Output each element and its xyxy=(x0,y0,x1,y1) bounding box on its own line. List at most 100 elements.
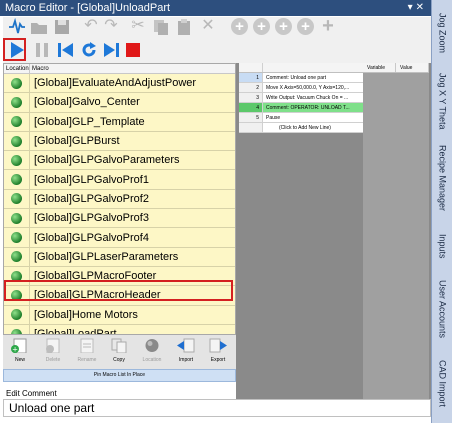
add-icon[interactable]: + xyxy=(297,18,314,35)
global-status-icon xyxy=(11,174,22,186)
steps-grid-header xyxy=(239,63,363,73)
global-status-icon xyxy=(11,135,22,147)
window-controls[interactable]: ▾✕ xyxy=(408,2,427,13)
macro-row[interactable]: [Global]GLPGalvoProf1 xyxy=(4,170,235,190)
import-button[interactable]: Import xyxy=(171,338,201,368)
tab-user-accounts[interactable]: User Accounts xyxy=(435,271,450,347)
redo-icon[interactable]: ↷ xyxy=(102,17,120,35)
location-cell xyxy=(4,324,30,334)
macro-row[interactable]: [Global]GLPGalvoParameters xyxy=(4,151,235,171)
variables-panel: Variable Value xyxy=(363,63,429,399)
location-button[interactable]: Location xyxy=(137,338,167,368)
tab-jog-zoom[interactable]: Jog Zoom xyxy=(435,2,450,65)
macro-name: [Global]GLP_Template xyxy=(34,115,145,128)
macro-row[interactable]: [Global]GLPBurst xyxy=(4,131,235,152)
macro-name: [Global]GLPGalvoProf2 xyxy=(34,192,149,205)
delete-button[interactable]: Delete xyxy=(38,338,68,368)
macro-name: [Global]GLPGalvoParameters xyxy=(34,154,180,167)
step-row[interactable]: 1 Comment: Unload one part xyxy=(239,73,363,83)
macro-list[interactable]: Location Macro [Global]EvaluateAndAdjust… xyxy=(3,63,236,335)
delete-icon[interactable]: ✕ xyxy=(199,17,217,35)
copy-icon[interactable] xyxy=(152,18,170,36)
add-icon[interactable]: + xyxy=(275,18,292,35)
location-column-header[interactable]: Location xyxy=(4,64,30,73)
step-row[interactable]: 3 Write Output: Vacuum Chuck On = ... xyxy=(239,93,363,103)
toolbar-top: ↶ ↷ ✂ ✕ + + + + + xyxy=(3,16,431,37)
location-cell xyxy=(4,247,30,266)
global-status-icon xyxy=(11,154,22,166)
location-cell xyxy=(4,93,30,112)
macro-row[interactable]: [Global]EvaluateAndAdjustPower xyxy=(4,74,235,94)
undo-icon[interactable]: ↶ xyxy=(82,17,100,35)
steps-grid[interactable]: 1 Comment: Unload one part 2 Move X Axis=5… xyxy=(239,63,363,133)
rename-icon xyxy=(80,338,94,354)
play-highlight-box xyxy=(3,38,26,61)
macro-row[interactable]: [Global]GLPGalvoProf4 xyxy=(4,228,235,248)
macro-actions-bar: + New Delete Rename Copy Location Import… xyxy=(3,335,236,369)
pin-macro-list-button[interactable]: Pin Macro List In Place xyxy=(3,369,236,382)
cut-icon[interactable]: ✂ xyxy=(129,17,147,35)
window-title: Macro Editor - [Global]UnloadPart xyxy=(5,2,171,14)
macro-row[interactable]: [Global]GLPLaserParameters xyxy=(4,247,235,267)
paste-icon[interactable] xyxy=(175,18,193,36)
rewind-icon[interactable] xyxy=(57,41,75,59)
rename-button[interactable]: Rename xyxy=(72,338,102,368)
global-status-icon xyxy=(11,96,22,108)
tab-jog-xy-theta[interactable]: Jog X Y Theta xyxy=(435,69,450,133)
copy-icon xyxy=(111,338,127,354)
macro-name: [Global]LoadPart xyxy=(34,328,117,335)
import-icon xyxy=(177,338,195,353)
playback-toolbar xyxy=(3,37,431,63)
wave-icon[interactable] xyxy=(8,18,26,36)
macro-row[interactable]: [Global]LoadPart xyxy=(4,324,235,335)
folder-icon[interactable] xyxy=(30,18,48,36)
plus-icon[interactable]: + xyxy=(319,16,337,36)
location-cell xyxy=(4,74,30,93)
global-status-icon xyxy=(11,212,22,224)
step-row[interactable]: 2 Move X Axis=50,000.0, Y Axis=120,... xyxy=(239,83,363,93)
global-status-icon xyxy=(11,193,22,205)
copy-button[interactable]: Copy xyxy=(104,338,134,368)
tab-recipe-manager[interactable]: Recipe Manager xyxy=(435,137,450,220)
variables-header: Variable Value xyxy=(363,63,429,73)
add-icon[interactable]: + xyxy=(253,18,270,35)
step-row-highlighted[interactable]: 4 Comment: OPERATOR: UNLOAD T... xyxy=(239,103,363,113)
macro-name: [Global]GLPGalvoProf4 xyxy=(34,231,149,244)
macro-row[interactable]: [Global]Home Motors xyxy=(4,305,235,325)
add-icon[interactable]: + xyxy=(231,18,248,35)
add-new-line-row[interactable]: (Click to Add New Line) xyxy=(239,123,363,133)
new-icon: + xyxy=(11,338,27,354)
macro-row[interactable]: [Global]Galvo_Center xyxy=(4,93,235,113)
macro-name: [Global]GLPLaserParameters xyxy=(34,250,179,263)
loop-icon[interactable] xyxy=(80,41,98,59)
step-forward-icon[interactable] xyxy=(102,41,120,59)
edit-comment-input[interactable]: Unload one part xyxy=(3,399,431,417)
macro-row[interactable]: [Global]GLPGalvoProf2 xyxy=(4,189,235,210)
macro-column-header[interactable]: Macro xyxy=(30,64,49,73)
value-column-header[interactable]: Value xyxy=(396,63,429,72)
location-cell xyxy=(4,170,30,189)
window-title-bar: Macro Editor - [Global]UnloadPart ▾✕ xyxy=(0,0,431,16)
variable-column-header[interactable]: Variable xyxy=(363,63,396,72)
tab-inputs[interactable]: Inputs xyxy=(435,225,450,267)
pause-icon[interactable] xyxy=(33,41,51,59)
new-button[interactable]: + New xyxy=(5,338,35,368)
macro-name: [Global]GLPGalvoProf3 xyxy=(34,212,149,225)
globe-icon xyxy=(145,339,159,352)
macro-name: [Global]GLPGalvoProf1 xyxy=(34,173,149,186)
save-icon[interactable] xyxy=(53,18,71,36)
macro-name: [Global]GLPBurst xyxy=(34,135,120,148)
location-cell xyxy=(4,305,30,324)
delete-icon xyxy=(46,338,60,354)
global-status-icon xyxy=(11,232,22,244)
global-status-icon xyxy=(11,251,22,263)
export-button[interactable]: Export xyxy=(203,338,233,368)
macro-row[interactable]: [Global]GLP_Template xyxy=(4,112,235,132)
macro-row[interactable]: [Global]GLPGalvoProf3 xyxy=(4,209,235,229)
tab-cad-import[interactable]: CAD Import xyxy=(435,352,450,416)
macro-list-header: Location Macro xyxy=(4,64,235,74)
stop-icon[interactable] xyxy=(124,41,142,59)
step-row[interactable]: 5 Pause xyxy=(239,113,363,123)
location-cell xyxy=(4,209,30,228)
selected-macro-highlight xyxy=(4,280,233,301)
